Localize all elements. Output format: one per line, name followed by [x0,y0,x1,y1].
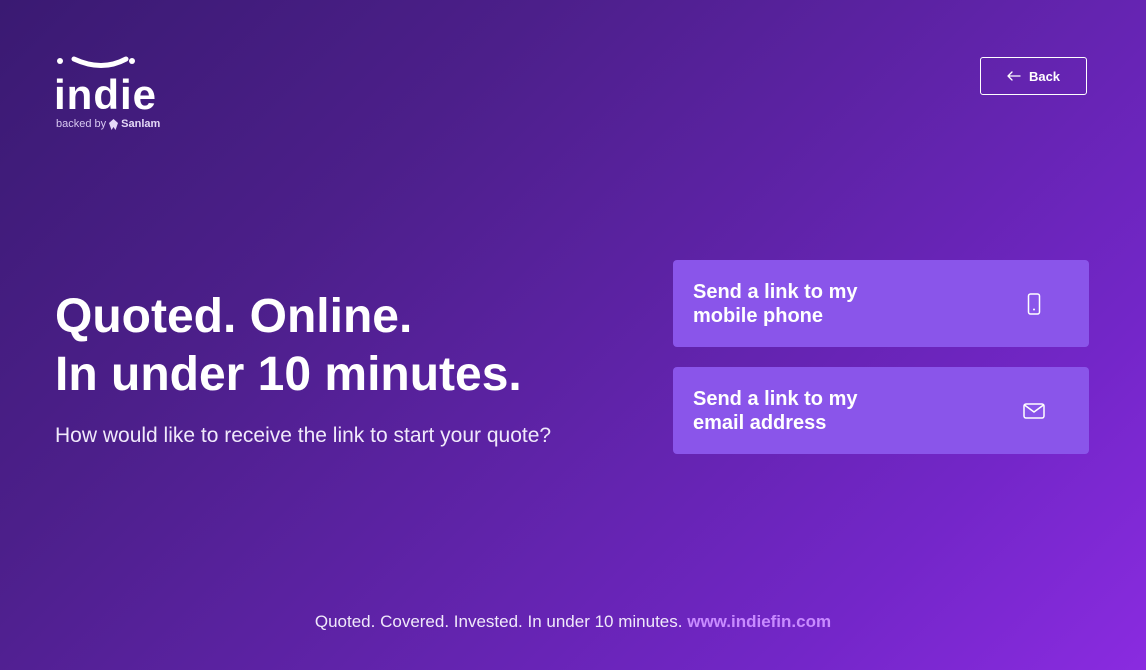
headline-line-1: Quoted. Online. [55,290,413,343]
headline-line-2: In under 10 minutes. [55,348,522,401]
arrow-left-icon [1007,71,1021,81]
page-title: Quoted. Online. In under 10 minutes. [55,288,522,404]
option-label-line-1: Send a link to my [693,280,858,303]
option-label: Send a link to my email address [693,387,923,435]
footer: Quoted. Covered. Invested. In under 10 m… [0,612,1146,632]
tagline-prefix: backed by [56,118,107,130]
tagline-brand: Sanlam [121,118,161,130]
envelope-icon [1019,396,1049,426]
logo-wordmark: indie [54,71,158,118]
back-label: Back [1028,68,1061,84]
option-label-line-1: Send a link to my [693,387,858,410]
footer-text: Quoted. Covered. Invested. In under 10 m… [314,612,688,631]
send-link-email-button[interactable]: Send a link to my email address [673,367,1089,454]
logo-tagline: backed by Sanlam [56,118,160,130]
mobile-phone-icon [1019,289,1049,319]
option-label: Send a link to my mobile phone [693,280,923,328]
option-label-line-2: email address [693,411,827,434]
option-label-line-2: mobile phone [693,304,823,327]
send-link-mobile-button[interactable]: Send a link to my mobile phone [673,260,1089,347]
page-subtitle: How would like to receive the link to st… [55,424,552,447]
back-button[interactable]: Back [980,57,1087,95]
website-link[interactable]: www.indiefin.com [687,612,831,631]
indie-logo[interactable]: indie backed by Sanlam [54,54,176,134]
page: indie backed by Sanlam Back Quoted. Onli… [0,0,1146,670]
sanlam-shield-icon [109,118,119,130]
